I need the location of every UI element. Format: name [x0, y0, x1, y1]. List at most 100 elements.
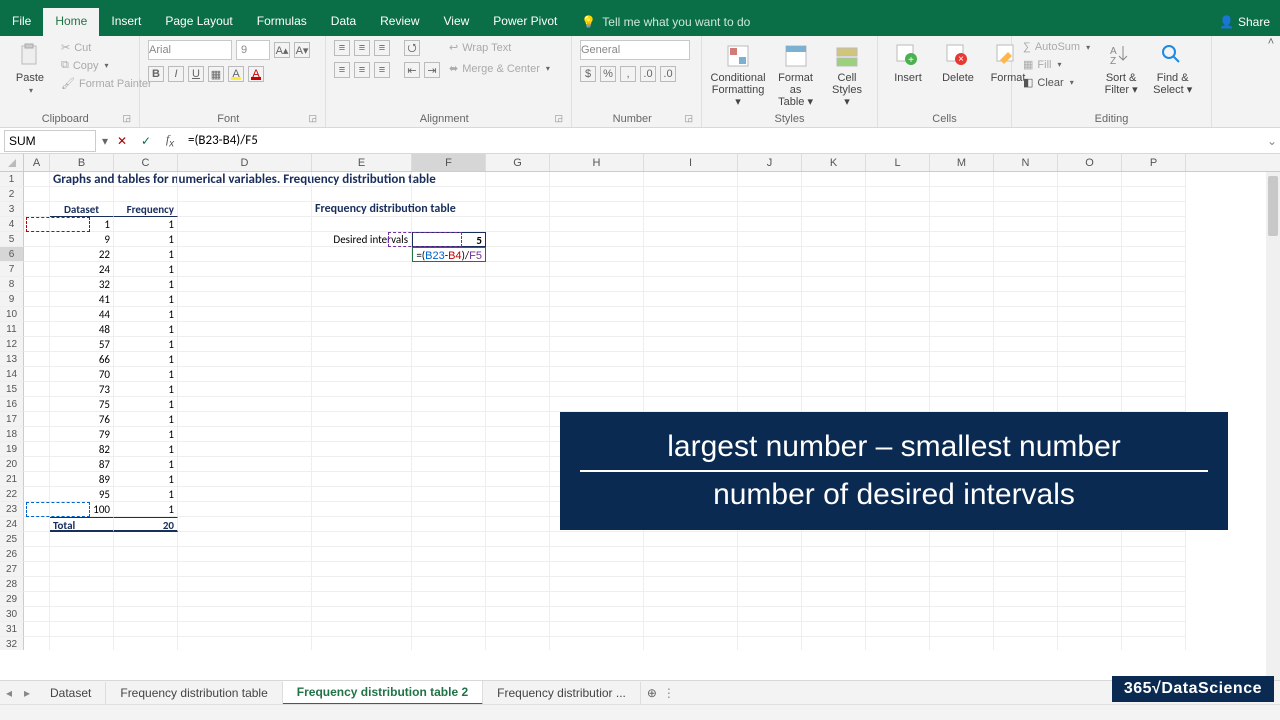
cell-C27[interactable]: [114, 562, 178, 577]
cell-C31[interactable]: [114, 622, 178, 637]
cell-J3[interactable]: [738, 202, 802, 217]
cell-L25[interactable]: [866, 532, 930, 547]
cell-K7[interactable]: [802, 262, 866, 277]
align-center-button[interactable]: ≡: [354, 62, 370, 78]
cell-B21[interactable]: 89: [50, 472, 114, 487]
cell-H4[interactable]: [550, 217, 644, 232]
cell-K11[interactable]: [802, 322, 866, 337]
cell-A17[interactable]: [24, 412, 50, 427]
cell-D13[interactable]: [178, 352, 312, 367]
cell-O7[interactable]: [1058, 262, 1122, 277]
cell-C4[interactable]: 1: [114, 217, 178, 232]
cell-H9[interactable]: [550, 292, 644, 307]
row-header-17[interactable]: 17: [0, 412, 24, 427]
share-button[interactable]: 👤 Share: [1209, 8, 1280, 36]
cell-J16[interactable]: [738, 397, 802, 412]
cell-A5[interactable]: [24, 232, 50, 247]
cell-C22[interactable]: 1: [114, 487, 178, 502]
cell-A13[interactable]: [24, 352, 50, 367]
cell-C20[interactable]: 1: [114, 457, 178, 472]
cell-G32[interactable]: [486, 637, 550, 650]
cell-A7[interactable]: [24, 262, 50, 277]
cell-P15[interactable]: [1122, 382, 1186, 397]
cell-E29[interactable]: [312, 592, 412, 607]
cell-J31[interactable]: [738, 622, 802, 637]
cell-E4[interactable]: [312, 217, 412, 232]
conditional-formatting-button[interactable]: Conditional Formatting ▾: [710, 40, 766, 110]
cell-M14[interactable]: [930, 367, 994, 382]
tab-power-pivot[interactable]: Power Pivot: [481, 8, 569, 36]
cell-B23[interactable]: 100: [50, 502, 114, 517]
cell-D11[interactable]: [178, 322, 312, 337]
cell-O8[interactable]: [1058, 277, 1122, 292]
cell-J15[interactable]: [738, 382, 802, 397]
cell-E3[interactable]: Frequency distribution table: [312, 202, 412, 217]
cell-L9[interactable]: [866, 292, 930, 307]
cell-M25[interactable]: [930, 532, 994, 547]
cell-P3[interactable]: [1122, 202, 1186, 217]
cell-D9[interactable]: [178, 292, 312, 307]
cell-M12[interactable]: [930, 337, 994, 352]
cell-L2[interactable]: [866, 187, 930, 202]
align-top-button[interactable]: ≡: [334, 40, 350, 56]
cell-N29[interactable]: [994, 592, 1058, 607]
cell-H1[interactable]: [550, 172, 644, 187]
col-header-B[interactable]: B: [50, 154, 114, 171]
row-header-8[interactable]: 8: [0, 277, 24, 292]
cell-A27[interactable]: [24, 562, 50, 577]
cell-P28[interactable]: [1122, 577, 1186, 592]
cell-K3[interactable]: [802, 202, 866, 217]
font-launcher[interactable]: ◲: [308, 113, 317, 124]
cell-N14[interactable]: [994, 367, 1058, 382]
cell-A16[interactable]: [24, 397, 50, 412]
cell-I25[interactable]: [644, 532, 738, 547]
cell-A26[interactable]: [24, 547, 50, 562]
cell-D29[interactable]: [178, 592, 312, 607]
cell-H11[interactable]: [550, 322, 644, 337]
cell-N32[interactable]: [994, 637, 1058, 650]
cell-K1[interactable]: [802, 172, 866, 187]
font-color-button[interactable]: A: [248, 66, 264, 82]
cell-C14[interactable]: 1: [114, 367, 178, 382]
cell-E16[interactable]: [312, 397, 412, 412]
cell-C25[interactable]: [114, 532, 178, 547]
cell-F7[interactable]: [412, 262, 486, 277]
cell-P26[interactable]: [1122, 547, 1186, 562]
fill-button[interactable]: ▦Fill▾: [1020, 57, 1093, 72]
sort-filter-button[interactable]: AZ Sort & Filter ▾: [1099, 40, 1143, 98]
cell-I10[interactable]: [644, 307, 738, 322]
cell-C1[interactable]: [114, 172, 178, 187]
cell-N1[interactable]: [994, 172, 1058, 187]
cell-F30[interactable]: [412, 607, 486, 622]
cell-O29[interactable]: [1058, 592, 1122, 607]
cell-E20[interactable]: [312, 457, 412, 472]
cell-O12[interactable]: [1058, 337, 1122, 352]
enter-button[interactable]: ✓: [134, 134, 158, 148]
cell-styles-button[interactable]: Cell Styles ▾: [825, 40, 869, 110]
cell-P8[interactable]: [1122, 277, 1186, 292]
cell-E11[interactable]: [312, 322, 412, 337]
row-header-22[interactable]: 22: [0, 487, 24, 502]
cell-K27[interactable]: [802, 562, 866, 577]
cell-F2[interactable]: [412, 187, 486, 202]
cell-G1[interactable]: [486, 172, 550, 187]
cell-N31[interactable]: [994, 622, 1058, 637]
delete-cells-button[interactable]: × Delete: [936, 40, 980, 86]
cell-N15[interactable]: [994, 382, 1058, 397]
cell-D23[interactable]: [178, 502, 312, 517]
borders-button[interactable]: ▦: [208, 66, 224, 82]
cell-O2[interactable]: [1058, 187, 1122, 202]
cell-K16[interactable]: [802, 397, 866, 412]
cell-I1[interactable]: [644, 172, 738, 187]
cell-N13[interactable]: [994, 352, 1058, 367]
col-header-J[interactable]: J: [738, 154, 802, 171]
cell-F8[interactable]: [412, 277, 486, 292]
cell-G19[interactable]: [486, 442, 550, 457]
cell-L27[interactable]: [866, 562, 930, 577]
col-header-K[interactable]: K: [802, 154, 866, 171]
cell-L4[interactable]: [866, 217, 930, 232]
cell-E15[interactable]: [312, 382, 412, 397]
tab-view[interactable]: View: [432, 8, 482, 36]
cell-F32[interactable]: [412, 637, 486, 650]
cell-N16[interactable]: [994, 397, 1058, 412]
